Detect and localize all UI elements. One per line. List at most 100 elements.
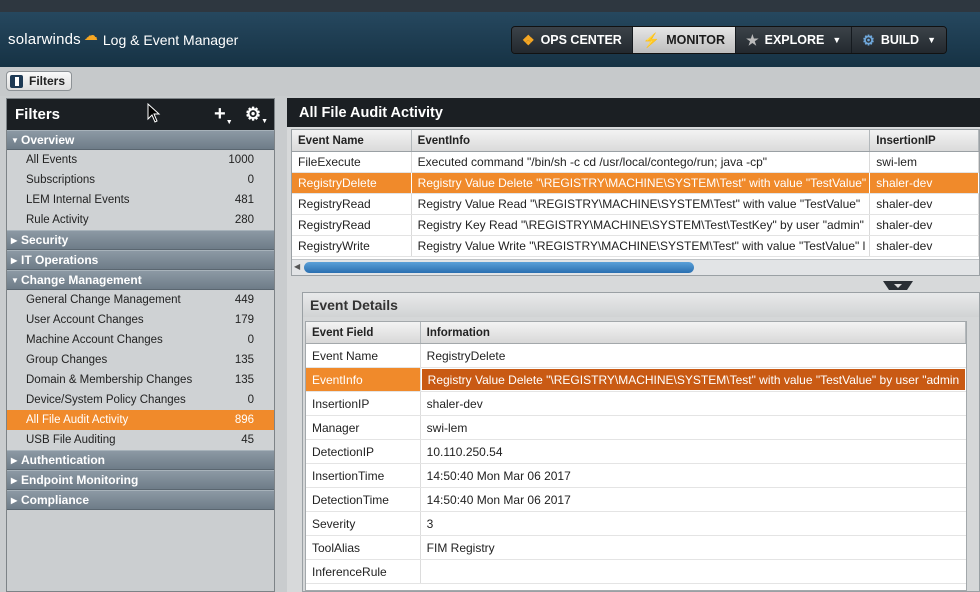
filter-item[interactable]: USB File Auditing 45	[7, 430, 274, 450]
event-info-cell: Executed command "/bin/sh -c cd /usr/loc…	[412, 152, 871, 172]
filter-item[interactable]: All File Audit Activity 896	[7, 410, 274, 430]
filter-item[interactable]: LEM Internal Events 481	[7, 190, 274, 210]
filter-category[interactable]: ▶ Compliance	[7, 490, 274, 510]
filter-item-label: Device/System Policy Changes	[26, 394, 186, 406]
filters-toggle-button[interactable]: Filters	[6, 71, 73, 91]
column-header[interactable]: Event Field	[306, 322, 421, 343]
filter-item[interactable]: Domain & Membership Changes 135	[7, 370, 274, 390]
filter-item-count: 45	[241, 434, 254, 446]
insertion-ip-cell: swi-lem	[870, 152, 979, 172]
information-cell: shaler-dev	[426, 396, 483, 411]
filter-category[interactable]: ▶ Endpoint Monitoring	[7, 470, 274, 490]
filter-item[interactable]: Rule Activity 280	[7, 210, 274, 230]
table-row[interactable]: FileExecute Executed command "/bin/sh -c …	[292, 152, 979, 173]
filter-category-label: Change Management	[21, 273, 142, 287]
filter-category[interactable]: ▶ Security	[7, 230, 274, 250]
detail-row[interactable]: DetectionIP 10.110.250.54	[306, 440, 966, 464]
lightning-icon: ⚡	[642, 31, 661, 48]
main-nav: ❖ OPS CENTER ⚡ MONITOR ★ EXPLORE ▼ ⚙ BUI…	[511, 26, 947, 54]
filter-item-label: Rule Activity	[26, 214, 89, 226]
event-field-cell: EventInfo	[306, 368, 421, 391]
detail-row[interactable]: DetectionTime 14:50:40 Mon Mar 06 2017	[306, 488, 966, 512]
nav-label: EXPLORE	[764, 33, 825, 47]
event-field-cell: Severity	[306, 512, 421, 535]
filter-item-label: Domain & Membership Changes	[26, 374, 193, 386]
panel-toggle-icon	[10, 74, 23, 88]
table-row[interactable]: RegistryRead Registry Key Read "\REGISTRY…	[292, 215, 979, 236]
detail-row[interactable]: Manager swi-lem	[306, 416, 966, 440]
filter-item-count: 280	[234, 214, 254, 226]
column-header[interactable]: Information	[421, 322, 966, 343]
table-row[interactable]: RegistryRead Registry Value Read "\REGIST…	[292, 194, 979, 215]
event-info-cell: Registry Value Delete "\REGISTRY\MACHINE…	[412, 173, 871, 193]
event-field-cell: DetectionIP	[306, 440, 421, 463]
filter-item-label: LEM Internal Events	[26, 194, 130, 206]
information-cell	[421, 560, 966, 583]
events-grid: Event Name EventInfo InsertionIP FileExe…	[291, 129, 980, 276]
detail-row[interactable]: InsertionTime 14:50:40 Mon Mar 06 2017	[306, 464, 966, 488]
table-row[interactable]: RegistryDelete Registry Value Delete "\RE…	[292, 173, 979, 194]
filter-item[interactable]: All Events 1000	[7, 150, 274, 170]
solarwinds-logo: solarwinds ☁ Log & Event Manager	[8, 27, 238, 48]
scroll-left-icon[interactable]: ◀	[294, 262, 300, 271]
nav-label: OPS CENTER	[540, 33, 622, 47]
nav-ops-center[interactable]: ❖ OPS CENTER	[512, 27, 633, 53]
event-info-cell: Registry Key Read "\REGISTRY\MACHINE\SYS…	[412, 215, 871, 235]
filter-list: ▼ Overview All Events 1000 Subscriptions 0 LEM…	[7, 130, 274, 510]
filter-category[interactable]: ▶ Authentication	[7, 450, 274, 470]
filter-category[interactable]: ▶ IT Operations	[7, 250, 274, 270]
events-panel: All File Audit Activity Event Name Event…	[287, 98, 980, 592]
column-header[interactable]: InsertionIP	[870, 130, 979, 151]
filter-item-label: All File Audit Activity	[26, 414, 129, 426]
detail-row[interactable]: InsertionIP shaler-dev	[306, 392, 966, 416]
filter-category[interactable]: ▼ Overview	[7, 130, 274, 150]
event-name-cell: RegistryWrite	[292, 236, 412, 256]
panel-splitter-handle[interactable]	[883, 281, 913, 290]
filter-item-count: 135	[234, 374, 254, 386]
nav-monitor[interactable]: ⚡ MONITOR	[632, 27, 737, 53]
nav-build[interactable]: ⚙ BUILD ▼	[852, 27, 946, 53]
flame-icon: ☁	[83, 27, 98, 43]
filter-item[interactable]: Subscriptions 0	[7, 170, 274, 190]
information-cell: RegistryDelete	[426, 348, 506, 363]
filter-item[interactable]: Device/System Policy Changes 0	[7, 390, 274, 410]
insertion-ip-cell: shaler-dev	[870, 194, 979, 214]
filter-item-label: Machine Account Changes	[26, 334, 163, 346]
table-row[interactable]: RegistryWrite Registry Value Write "\REGI…	[292, 236, 979, 257]
detail-row[interactable]: Severity 3	[306, 512, 966, 536]
detail-rows: Event Name RegistryDelete EventInfo Registr…	[306, 344, 966, 584]
filter-category[interactable]: ▼ Change Management	[7, 270, 274, 290]
filter-item[interactable]: Machine Account Changes 0	[7, 330, 274, 350]
event-field-cell: Manager	[306, 416, 421, 439]
filters-panel: Filters +▼ ⚙▼ ▼ Overview All Events 1000 Sub…	[6, 98, 275, 592]
filter-item[interactable]: Group Changes 135	[7, 350, 274, 370]
window-top-strip	[0, 0, 980, 12]
detail-row[interactable]: InferenceRule	[306, 560, 966, 584]
column-header[interactable]: Event Name	[292, 130, 412, 151]
information-cell: 10.110.250.54	[426, 444, 503, 459]
scrollbar-thumb[interactable]	[304, 262, 694, 273]
filters-panel-title: Filters	[15, 106, 61, 123]
nav-explore[interactable]: ★ EXPLORE ▼	[736, 27, 853, 53]
filter-category-label: Security	[21, 233, 69, 247]
filter-item-label: Subscriptions	[26, 174, 96, 186]
horizontal-scrollbar[interactable]: ◀	[292, 259, 979, 275]
expanded-arrow-icon: ▼	[11, 135, 19, 145]
filter-category-label: Endpoint Monitoring	[21, 473, 139, 487]
gear-icon[interactable]: ⚙▼	[245, 104, 268, 125]
detail-row[interactable]: EventInfo Registry Value Delete "\REGISTR…	[306, 368, 966, 392]
filter-item-count: 1000	[228, 154, 254, 166]
filter-item[interactable]: General Change Management 449	[7, 290, 274, 310]
event-info-cell: Registry Value Read "\REGISTRY\MACHINE\S…	[412, 194, 871, 214]
filter-item-count: 481	[234, 194, 254, 206]
detail-row[interactable]: ToolAlias FIM Registry	[306, 536, 966, 560]
filter-category-label: Authentication	[21, 453, 105, 467]
filter-item[interactable]: User Account Changes 179	[7, 310, 274, 330]
filter-item-count: 179	[234, 314, 254, 326]
collapsed-arrow-icon: ▶	[11, 455, 18, 465]
add-filter-icon[interactable]: +▼	[214, 103, 233, 126]
information-cell: 14:50:40 Mon Mar 06 2017	[426, 468, 571, 483]
event-details-panel: Event Details Event Field Information Ev…	[302, 292, 980, 592]
column-header[interactable]: EventInfo	[412, 130, 871, 151]
detail-row[interactable]: Event Name RegistryDelete	[306, 344, 966, 368]
